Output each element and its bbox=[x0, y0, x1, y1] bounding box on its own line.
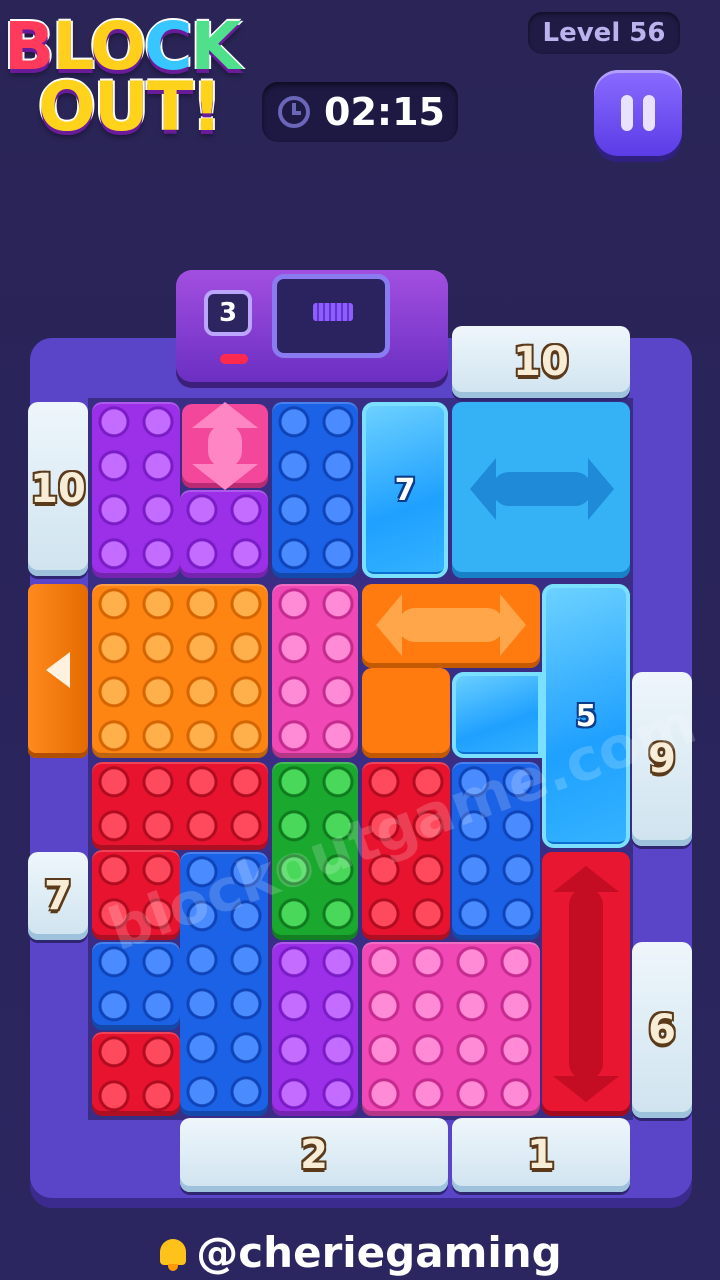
ice-block-top[interactable]: 7 bbox=[362, 402, 448, 578]
pause-button[interactable] bbox=[594, 70, 682, 156]
block-pink-vertical-mover[interactable] bbox=[182, 402, 268, 490]
machine-grid-icon bbox=[313, 303, 353, 321]
machine-led bbox=[220, 354, 248, 364]
block-blue-top[interactable] bbox=[272, 402, 358, 578]
block-orange-horizontal-mover[interactable] bbox=[362, 584, 540, 668]
exit-gate-right-low: 6 bbox=[632, 942, 692, 1118]
block-purple-l-foot[interactable] bbox=[180, 490, 268, 578]
block-orange-horizontal-mover-foot[interactable] bbox=[362, 668, 450, 758]
gate-counter: 2 bbox=[300, 1132, 328, 1178]
ice-counter: 7 bbox=[394, 472, 416, 508]
exit-gate-left-mid: 7 bbox=[28, 852, 88, 940]
footer-handle: @cheriegaming bbox=[196, 1228, 562, 1277]
timer-value: 02:15 bbox=[324, 90, 445, 134]
level-indicator: Level 56 bbox=[528, 12, 680, 54]
block-red-small[interactable] bbox=[92, 1032, 180, 1116]
machine-counter: 3 bbox=[204, 290, 252, 336]
logo-line-2: OUT! bbox=[38, 68, 222, 147]
pause-icon bbox=[621, 95, 633, 131]
clock-icon bbox=[278, 96, 310, 128]
footer-credit: @cheriegaming bbox=[0, 1228, 720, 1277]
bell-icon bbox=[158, 1237, 188, 1271]
block-purple-l-left[interactable] bbox=[92, 402, 180, 578]
exit-gate-bottom-left: 2 bbox=[180, 1118, 448, 1192]
pause-icon-bar bbox=[643, 95, 655, 131]
exit-gate-left-orange bbox=[28, 584, 88, 758]
gate-counter: 10 bbox=[513, 339, 569, 385]
vertical-arrow-icon bbox=[553, 866, 619, 1102]
horizontal-arrow-icon bbox=[470, 458, 614, 520]
gate-counter: 10 bbox=[30, 466, 86, 512]
block-pink-bottom[interactable] bbox=[362, 942, 540, 1116]
exit-gate-bottom-right: 1 bbox=[452, 1118, 630, 1192]
arrow-left-icon bbox=[46, 652, 70, 688]
game-logo: BLOCK OUT! bbox=[0, 0, 270, 160]
exit-gate-top-right: 10 bbox=[452, 326, 630, 398]
timer: 02:15 bbox=[262, 82, 458, 142]
gate-counter: 7 bbox=[44, 873, 72, 919]
block-pink-vertical[interactable] bbox=[272, 584, 358, 758]
gate-counter: 1 bbox=[527, 1132, 555, 1178]
exit-gate-left-top: 10 bbox=[28, 402, 88, 576]
machine-screen bbox=[272, 274, 390, 358]
vertical-arrow-icon bbox=[192, 402, 258, 490]
gate-counter: 6 bbox=[648, 1007, 676, 1053]
block-purple-bottom[interactable] bbox=[272, 942, 358, 1116]
block-orange-square[interactable] bbox=[92, 584, 268, 758]
block-spawner-machine: 3 bbox=[176, 270, 448, 382]
block-red-vertical-mover[interactable] bbox=[542, 852, 630, 1116]
block-red-top-bar[interactable] bbox=[92, 762, 268, 850]
horizontal-arrow-icon bbox=[376, 594, 526, 656]
block-blue-horizontal-mover[interactable] bbox=[452, 402, 630, 578]
